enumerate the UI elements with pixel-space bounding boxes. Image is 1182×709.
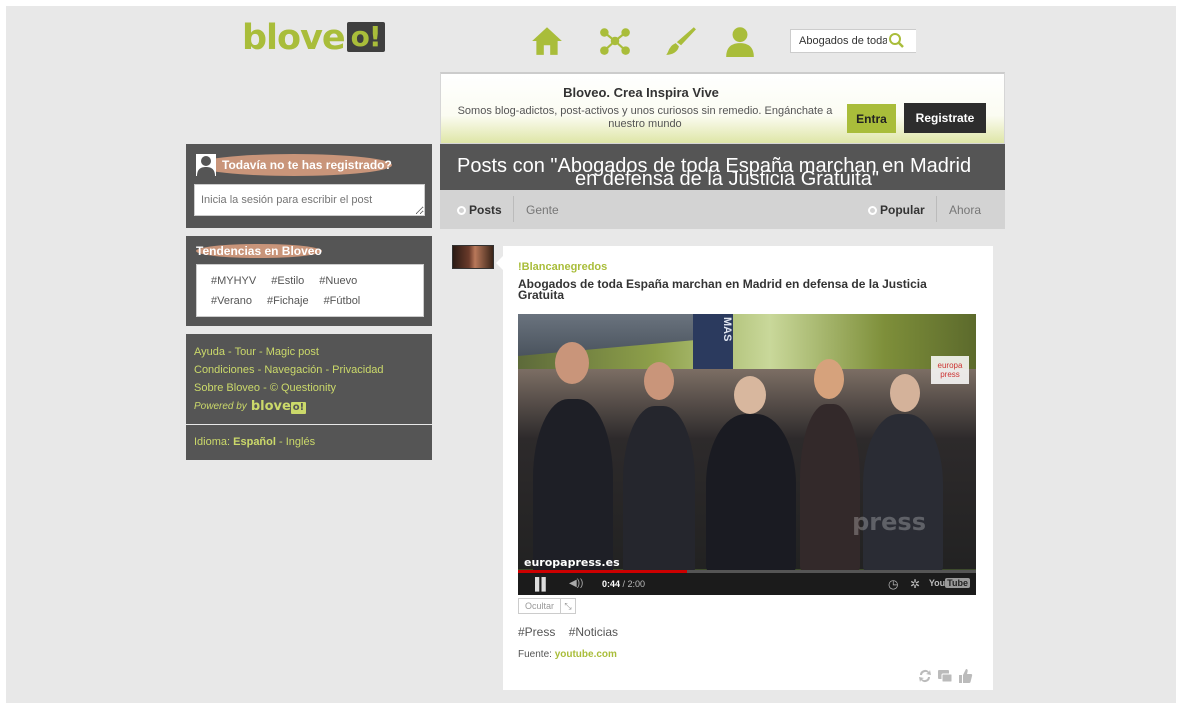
youtube-logo[interactable]: You Tube bbox=[929, 578, 970, 588]
europapress-logo-text: europa bbox=[937, 361, 963, 370]
video-person bbox=[623, 406, 695, 576]
europapress-logo-press: press bbox=[940, 370, 960, 379]
post-actions bbox=[917, 668, 973, 689]
video-player[interactable]: MAS europa press press europapress.es ▌▌ … bbox=[518, 314, 976, 595]
register-button[interactable]: Registrate bbox=[904, 103, 986, 133]
youtube-logo-you: You bbox=[928, 578, 946, 588]
post-author[interactable]: !Blancanegredos bbox=[518, 261, 607, 273]
post-card: !Blancanegredos Abogados de toda España … bbox=[496, 246, 993, 690]
video-person-head bbox=[814, 359, 844, 399]
comment-icon[interactable] bbox=[937, 668, 953, 689]
search-icon[interactable] bbox=[887, 31, 907, 51]
post-source: Fuente: youtube.com bbox=[518, 649, 617, 660]
pause-icon[interactable]: ▌▌ bbox=[535, 577, 550, 591]
like-icon[interactable] bbox=[957, 668, 973, 689]
post-tag[interactable]: #Noticias bbox=[569, 625, 618, 639]
register-panel: Todavía no te has registrado? bbox=[186, 144, 432, 228]
trend-tag[interactable]: #Estilo bbox=[271, 271, 304, 291]
about-links[interactable]: Sobre Bloveo - © Questionity bbox=[194, 379, 384, 397]
post-tag[interactable]: #Press bbox=[518, 625, 555, 639]
video-overlay-watermark: press bbox=[852, 508, 926, 536]
video-time: 0:44 / 2:00 bbox=[602, 579, 645, 589]
powered-by-mark: o! bbox=[290, 402, 307, 414]
language-label: Idioma: bbox=[194, 436, 231, 448]
video-person-head bbox=[555, 342, 589, 384]
clock-icon[interactable]: ◷ bbox=[888, 577, 898, 591]
source-link[interactable]: youtube.com bbox=[555, 649, 617, 660]
expand-icon[interactable]: ⤡ bbox=[560, 598, 576, 614]
video-person-head bbox=[890, 374, 920, 412]
filter-tabs: Posts Gente Popular Ahora bbox=[440, 190, 1005, 229]
trend-tag[interactable]: #Fútbol bbox=[324, 291, 361, 311]
page-title: Posts con "Abogados de toda España march… bbox=[440, 144, 1005, 190]
trends-box: #MYHYV #Estilo #Nuevo #Verano #Fichaje #… bbox=[196, 264, 424, 317]
search-box bbox=[790, 29, 916, 53]
search-input[interactable] bbox=[791, 35, 887, 47]
video-person bbox=[533, 399, 613, 579]
bloveo-logo[interactable]: blove o! bbox=[242, 18, 385, 58]
trend-tag[interactable]: #Verano bbox=[211, 291, 252, 311]
gear-icon[interactable]: ✲ bbox=[910, 577, 920, 591]
post-textarea[interactable] bbox=[194, 184, 425, 216]
user-avatar-icon bbox=[196, 154, 216, 176]
tab-posts[interactable]: Posts bbox=[457, 203, 502, 217]
source-label: Fuente: bbox=[518, 649, 552, 660]
brush-icon[interactable] bbox=[663, 24, 697, 58]
video-duration: / 2:00 bbox=[622, 579, 646, 589]
tab-popular-label: Popular bbox=[880, 203, 925, 217]
europapress-logo: europa press bbox=[931, 356, 969, 384]
trends-panel: Tendencias en Bloveo #MYHYV #Estilo #Nue… bbox=[186, 236, 432, 326]
card-pointer bbox=[496, 256, 503, 270]
youtube-logo-tube: Tube bbox=[945, 578, 970, 588]
powered-by-brand: blove bbox=[250, 399, 291, 414]
logo-mark: o! bbox=[346, 22, 385, 52]
login-button[interactable]: Entra bbox=[847, 104, 896, 133]
video-person-head bbox=[644, 362, 674, 400]
logo-text: blove bbox=[242, 18, 346, 58]
tab-ahora[interactable]: Ahora bbox=[949, 203, 981, 217]
tab-posts-label: Posts bbox=[469, 203, 502, 217]
tab-popular[interactable]: Popular bbox=[868, 203, 925, 217]
volume-icon[interactable]: ◀)) bbox=[569, 578, 583, 589]
tab-divider bbox=[513, 196, 514, 222]
video-person bbox=[863, 414, 943, 574]
home-icon[interactable] bbox=[530, 24, 564, 58]
trends-heading: Tendencias en Bloveo bbox=[196, 244, 322, 258]
language-ingles[interactable]: Inglés bbox=[286, 436, 315, 448]
video-current-time: 0:44 bbox=[602, 579, 621, 589]
language-espanol[interactable]: Español bbox=[233, 436, 276, 448]
powered-by-logo: blove o! bbox=[250, 399, 307, 414]
post-tags: #Press #Noticias bbox=[518, 625, 628, 639]
help-links[interactable]: Ayuda - Tour - Magic post bbox=[194, 343, 384, 361]
author-avatar[interactable] bbox=[452, 245, 494, 269]
refresh-icon bbox=[868, 206, 877, 215]
tab-divider bbox=[936, 196, 937, 222]
register-heading: Todavía no te has registrado? bbox=[222, 158, 392, 172]
user-icon[interactable] bbox=[723, 24, 757, 58]
video-controls: ▌▌ ◀)) 0:44 / 2:00 ◷ ✲ You Tube bbox=[518, 573, 976, 595]
conditions-links[interactable]: Condiciones - Navegación - Privacidad bbox=[194, 361, 384, 379]
video-watermark: europapress.es bbox=[524, 556, 620, 569]
powered-by-label: Powered by bbox=[194, 401, 247, 412]
hide-button[interactable]: Ocultar bbox=[518, 598, 561, 614]
powered-by: Powered by blove o! bbox=[194, 399, 307, 414]
video-person-head bbox=[734, 376, 766, 414]
video-person bbox=[706, 414, 796, 574]
trend-tag[interactable]: #Nuevo bbox=[319, 271, 357, 291]
refresh-icon bbox=[457, 206, 466, 215]
links-panel: Ayuda - Tour - Magic post Condiciones - … bbox=[186, 334, 432, 424]
trend-tag[interactable]: #MYHYV bbox=[211, 271, 256, 291]
tab-gente[interactable]: Gente bbox=[526, 203, 559, 217]
network-icon[interactable] bbox=[598, 24, 632, 58]
repost-icon[interactable] bbox=[917, 668, 933, 689]
banner-description: Somos blog-adictos, post-activos y unos … bbox=[457, 105, 833, 130]
language-panel: Idioma: Español - Inglés bbox=[186, 425, 432, 460]
language-separator: - bbox=[275, 436, 286, 448]
trend-tag[interactable]: #Fichaje bbox=[267, 291, 309, 311]
video-person bbox=[800, 404, 860, 574]
post-title[interactable]: Abogados de toda España marchan en Madri… bbox=[518, 278, 973, 301]
banner-title: Bloveo. Crea Inspira Vive bbox=[563, 85, 719, 100]
